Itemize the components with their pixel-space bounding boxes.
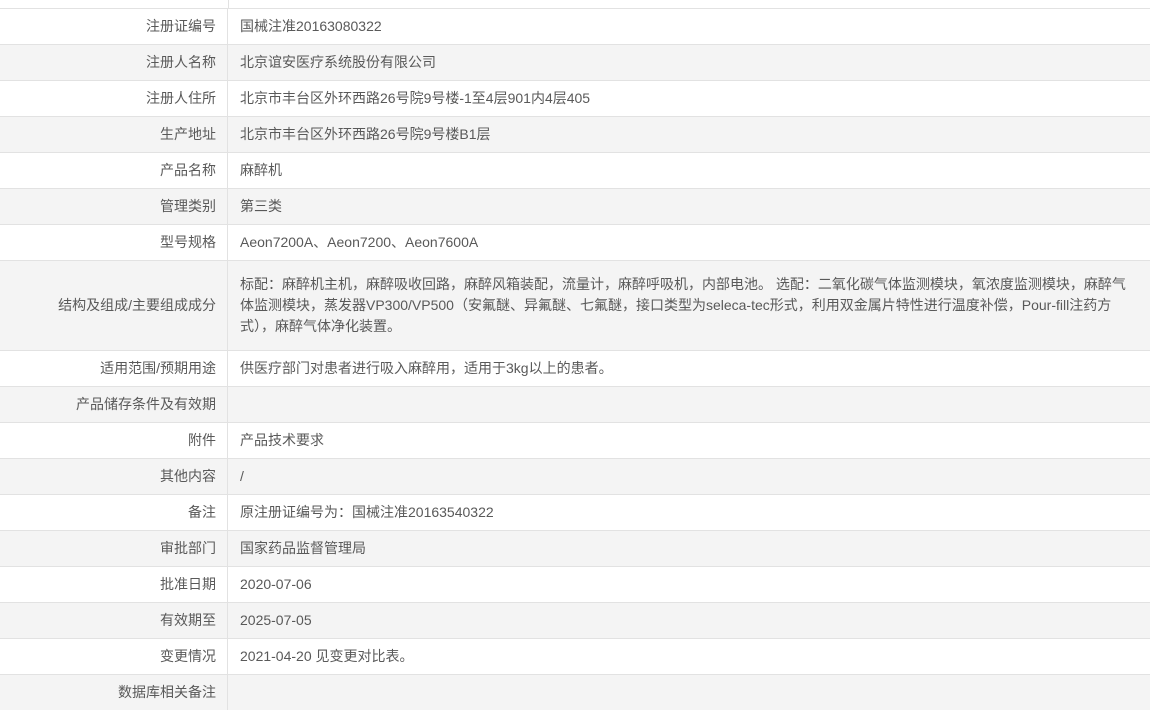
table-row: 审批部门 国家药品监督管理局 bbox=[0, 531, 1150, 567]
row-label: 注册证编号 bbox=[0, 9, 228, 44]
table-row: 变更情况 2021-04-20 见变更对比表。 bbox=[0, 639, 1150, 675]
row-label: 适用范围/预期用途 bbox=[0, 351, 228, 386]
row-label: 生产地址 bbox=[0, 117, 228, 152]
table-row: 附件 产品技术要求 bbox=[0, 423, 1150, 459]
row-label: 产品储存条件及有效期 bbox=[0, 387, 228, 422]
table-row-structure-composition: 结构及组成/主要组成成分 标配：麻醉机主机，麻醉吸收回路，麻醉风箱装配，流量计，… bbox=[0, 261, 1150, 351]
row-label: 审批部门 bbox=[0, 531, 228, 566]
row-value: 产品技术要求 bbox=[240, 432, 324, 448]
row-label: 注册人住所 bbox=[0, 81, 228, 116]
row-label: 结构及组成/主要组成成分 bbox=[0, 261, 228, 350]
row-value: Aeon7200A、Aeon7200、Aeon7600A bbox=[240, 234, 479, 250]
row-value: 北京市丰台区外环西路26号院9号楼-1至4层901内4层405 bbox=[240, 90, 591, 106]
table-top-margin bbox=[0, 0, 1150, 8]
row-value: 北京谊安医疗系统股份有限公司 bbox=[240, 54, 436, 70]
table-row: 产品储存条件及有效期 bbox=[0, 387, 1150, 423]
table-row: 适用范围/预期用途 供医疗部门对患者进行吸入麻醉用，适用于3kg以上的患者。 bbox=[0, 351, 1150, 387]
table-row: 有效期至 2025-07-05 bbox=[0, 603, 1150, 639]
table-row: 注册证编号 国械注准20163080322 bbox=[0, 9, 1150, 45]
row-value: 2021-04-20 见变更对比表。 bbox=[240, 648, 414, 664]
table-row: 型号规格 Aeon7200A、Aeon7200、Aeon7600A bbox=[0, 225, 1150, 261]
row-value bbox=[228, 686, 1150, 700]
registration-detail-page: 注册证编号 国械注准20163080322 注册人名称 北京谊安医疗系统股份有限… bbox=[0, 0, 1150, 710]
table-row: 备注 原注册证编号为：国械注准20163540322 bbox=[0, 495, 1150, 531]
row-label: 备注 bbox=[0, 495, 228, 530]
row-value: 原注册证编号为：国械注准20163540322 bbox=[240, 504, 494, 520]
row-value: 麻醉机 bbox=[240, 162, 282, 178]
row-label: 有效期至 bbox=[0, 603, 228, 638]
table-row: 管理类别 第三类 bbox=[0, 189, 1150, 225]
row-value: 北京市丰台区外环西路26号院9号楼B1层 bbox=[240, 126, 491, 142]
table-row: 生产地址 北京市丰台区外环西路26号院9号楼B1层 bbox=[0, 117, 1150, 153]
row-value: 供医疗部门对患者进行吸入麻醉用，适用于3kg以上的患者。 bbox=[240, 360, 613, 376]
row-label: 附件 bbox=[0, 423, 228, 458]
row-label: 管理类别 bbox=[0, 189, 228, 224]
row-value: 第三类 bbox=[240, 198, 282, 214]
row-value: 国家药品监督管理局 bbox=[240, 540, 366, 556]
row-label: 型号规格 bbox=[0, 225, 228, 260]
registration-detail-table: 注册证编号 国械注准20163080322 注册人名称 北京谊安医疗系统股份有限… bbox=[0, 8, 1150, 710]
row-label: 产品名称 bbox=[0, 153, 228, 188]
row-label: 其他内容 bbox=[0, 459, 228, 494]
row-label: 注册人名称 bbox=[0, 45, 228, 80]
row-label: 变更情况 bbox=[0, 639, 228, 674]
row-value bbox=[228, 398, 1150, 412]
table-row: 批准日期 2020-07-06 bbox=[0, 567, 1150, 603]
table-row: 数据库相关备注 bbox=[0, 675, 1150, 710]
row-value: / bbox=[240, 468, 244, 484]
table-row: 产品名称 麻醉机 bbox=[0, 153, 1150, 189]
row-label: 数据库相关备注 bbox=[0, 675, 228, 710]
table-row: 注册人住所 北京市丰台区外环西路26号院9号楼-1至4层901内4层405 bbox=[0, 81, 1150, 117]
row-value: 国械注准20163080322 bbox=[240, 18, 382, 34]
row-value: 标配：麻醉机主机，麻醉吸收回路，麻醉风箱装配，流量计，麻醉呼吸机，内部电池。 选… bbox=[240, 276, 1126, 334]
table-row: 注册人名称 北京谊安医疗系统股份有限公司 bbox=[0, 45, 1150, 81]
column-divider bbox=[228, 0, 229, 8]
table-row: 其他内容 / bbox=[0, 459, 1150, 495]
row-value: 2025-07-05 bbox=[240, 612, 312, 628]
row-label: 批准日期 bbox=[0, 567, 228, 602]
row-value: 2020-07-06 bbox=[240, 576, 312, 592]
